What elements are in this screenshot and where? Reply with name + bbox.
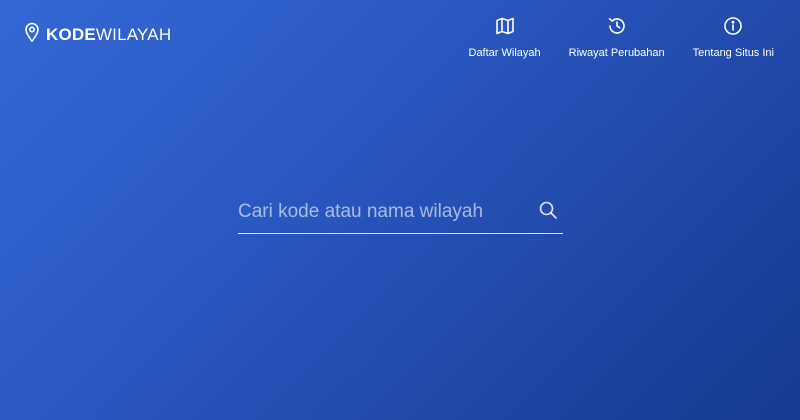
search-icon xyxy=(538,200,558,223)
top-header: KODEWILAYAH Daftar Wilayah Riwayat Perub… xyxy=(0,0,800,64)
nav-label: Daftar Wilayah xyxy=(468,47,541,59)
brand-name: KODEWILAYAH xyxy=(46,25,171,45)
search-button[interactable] xyxy=(535,199,561,225)
search-bar xyxy=(238,190,563,234)
main-nav: Daftar Wilayah Riwayat Perubahan Tentang… xyxy=(469,16,774,59)
info-icon xyxy=(723,16,743,47)
brand-name-light: WILAYAH xyxy=(95,24,172,44)
nav-item-daftar-wilayah[interactable]: Daftar Wilayah xyxy=(469,16,541,59)
map-pin-icon xyxy=(24,22,40,47)
brand-logo-link[interactable]: KODEWILAYAH xyxy=(24,22,171,47)
map-icon xyxy=(495,16,515,47)
nav-item-riwayat-perubahan[interactable]: Riwayat Perubahan xyxy=(569,16,665,59)
nav-label: Tentang Situs Ini xyxy=(692,47,774,59)
nav-item-tentang-situs-ini[interactable]: Tentang Situs Ini xyxy=(693,16,774,59)
search-input[interactable] xyxy=(238,193,535,230)
brand-name-bold: KODE xyxy=(46,24,96,44)
history-icon xyxy=(607,16,627,47)
nav-label: Riwayat Perubahan xyxy=(568,47,665,59)
